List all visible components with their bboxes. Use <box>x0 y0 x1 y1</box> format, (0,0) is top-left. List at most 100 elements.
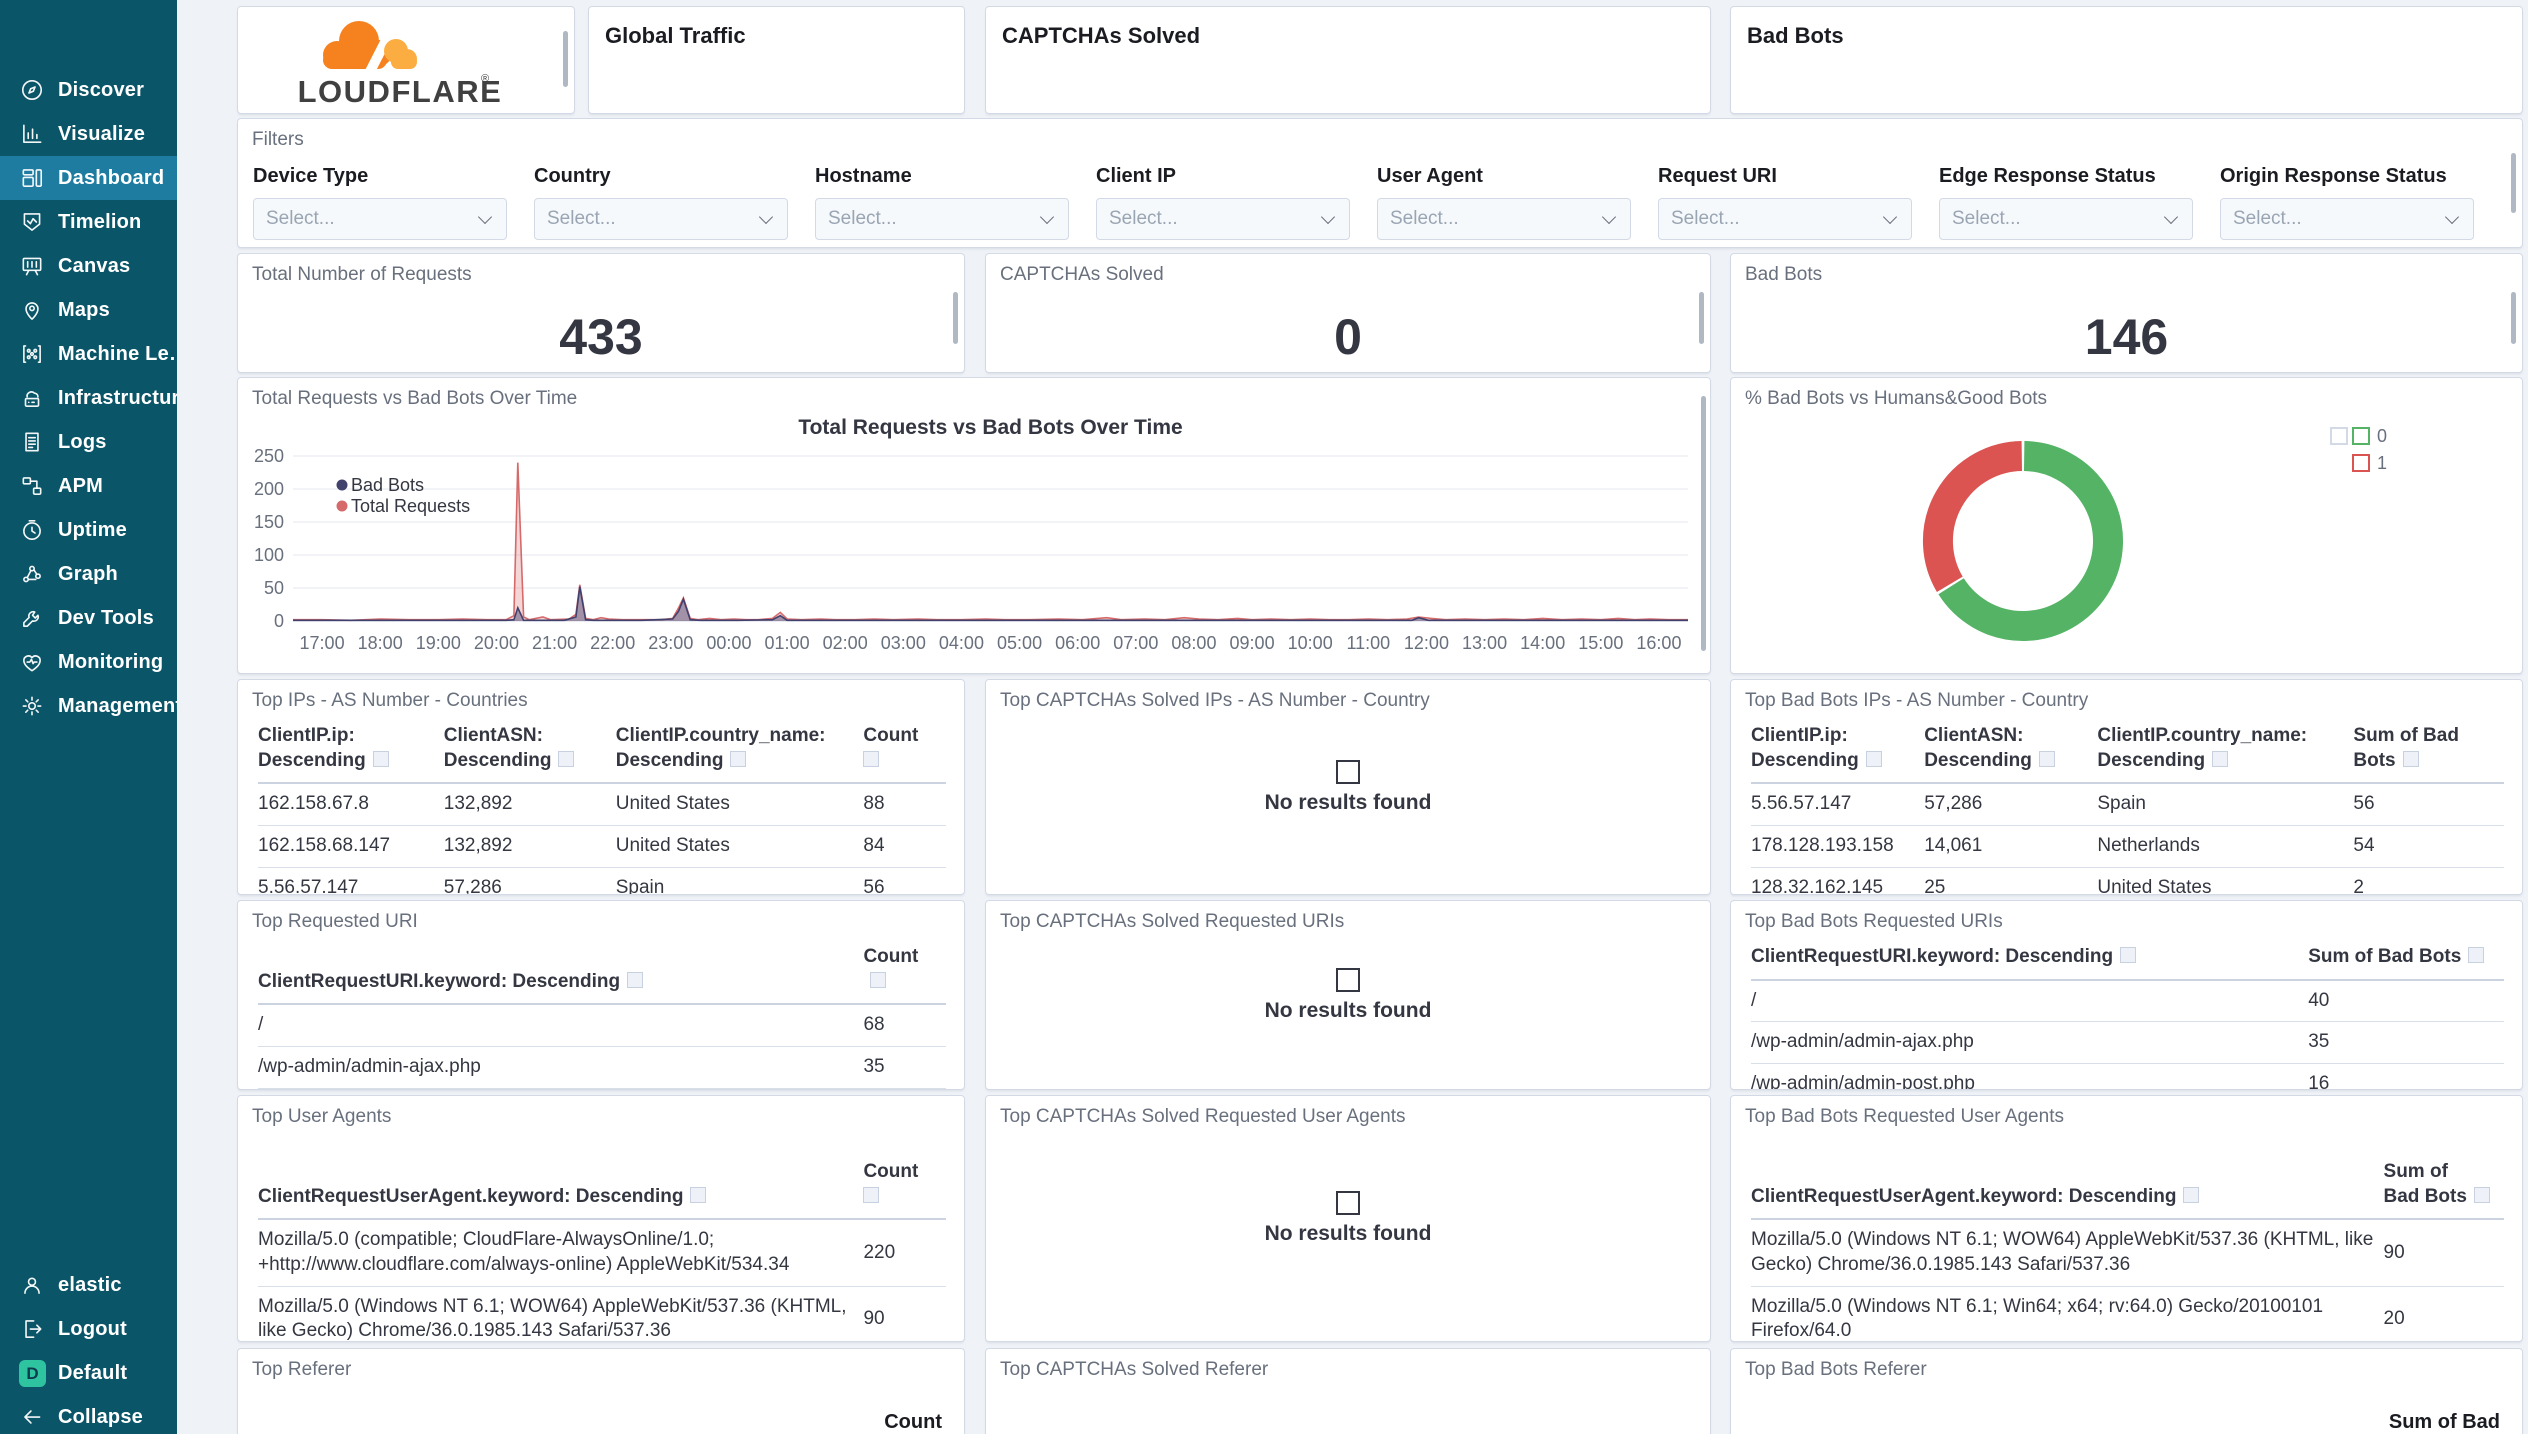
legend-item[interactable]: Bad Bots <box>336 475 425 495</box>
sidebar-item-logs[interactable]: Logs <box>0 420 177 464</box>
legend-item[interactable]: Total Requests <box>336 496 471 516</box>
column-header[interactable]: Count <box>863 720 946 785</box>
sidebar-item-visualize[interactable]: Visualize <box>0 112 177 156</box>
table-cell[interactable]: /wp-admin/admin-post.php <box>258 1088 864 1089</box>
header-sort-icon[interactable] <box>1865 750 1882 767</box>
header-sort-icon[interactable] <box>372 750 389 767</box>
table-cell[interactable]: 35 <box>2308 1021 2504 1065</box>
header-sort-icon[interactable] <box>2402 750 2419 767</box>
table-cell[interactable]: /wp-admin/admin-ajax.php <box>1751 1021 2309 1065</box>
scrollbar[interactable] <box>1699 292 1704 344</box>
column-header[interactable]: ClientRequestURI.keyword: Descending <box>1751 941 2309 981</box>
sidebar-item-monitoring[interactable]: Monitoring <box>0 640 177 684</box>
table-cell[interactable]: 57,286 <box>1924 783 2098 827</box>
table-cell[interactable]: / <box>1751 979 2309 1023</box>
column-header[interactable]: ClientASN: Descending <box>443 720 616 785</box>
sidebar-item-timelion[interactable]: Timelion <box>0 200 177 244</box>
table-cell[interactable]: 132,892 <box>443 783 616 827</box>
table-cell[interactable]: / <box>258 1004 864 1048</box>
table-cell[interactable]: Mozilla/5.0 (Windows NT 6.1; WOW64) Appl… <box>1751 1219 2384 1287</box>
scrollbar[interactable] <box>1701 396 1706 651</box>
legend-item[interactable]: 1 <box>2352 453 2387 473</box>
table-cell[interactable]: /wp-admin/admin-ajax.php <box>258 1046 864 1089</box>
table-cell[interactable]: 54 <box>2353 825 2504 868</box>
header-sort-icon[interactable] <box>2473 1186 2490 1203</box>
filter-select-edge-response-status[interactable]: Select... <box>1939 198 2193 240</box>
filter-select-request-uri[interactable]: Select... <box>1658 198 1912 240</box>
header-sort-icon[interactable] <box>863 750 880 767</box>
sidebar-item-dev-tools[interactable]: Dev Tools <box>0 596 177 640</box>
scrollbar[interactable] <box>2511 292 2516 344</box>
table-cell[interactable]: United States <box>615 783 864 827</box>
sidebar-item-dashboard[interactable]: Dashboard <box>0 156 177 200</box>
column-header[interactable]: ClientRequestURI.keyword: Descending <box>258 941 864 1006</box>
sidebar-item-uptime[interactable]: Uptime <box>0 508 177 552</box>
table-cell[interactable]: 90 <box>2383 1219 2504 1287</box>
column-header[interactable]: Count <box>863 941 946 1006</box>
sidebar-item-machine-le[interactable]: Machine Le… <box>0 332 177 376</box>
sidebar-item-logout[interactable]: Logout <box>0 1307 177 1351</box>
table-cell[interactable]: 56 <box>2353 783 2504 827</box>
column-header[interactable]: ClientIP.ip: Descending <box>258 720 444 785</box>
sidebar-item-discover[interactable]: Discover <box>0 68 177 112</box>
header-sort-icon[interactable] <box>2038 750 2055 767</box>
header-sort-icon[interactable] <box>2212 750 2229 767</box>
header-sort-icon[interactable] <box>627 971 644 988</box>
sidebar-item-management[interactable]: Management <box>0 684 177 728</box>
column-header[interactable]: Sum of Bad Bots <box>2383 1136 2504 1221</box>
scrollbar[interactable] <box>953 292 958 344</box>
filter-select-origin-response-status[interactable]: Select... <box>2220 198 2474 240</box>
filter-select-user-agent[interactable]: Select... <box>1377 198 1631 240</box>
scrollbar[interactable] <box>2511 153 2516 213</box>
table-cell[interactable]: 14,061 <box>1924 825 2098 868</box>
header-sort-icon[interactable] <box>863 1186 880 1203</box>
table-cell[interactable]: Mozilla/5.0 (Windows NT 6.1; Win64; x64;… <box>1751 1286 2384 1341</box>
table-cell[interactable]: /wp-admin/admin-post.php <box>1751 1063 2309 1089</box>
table-cell[interactable]: 5.56.57.147 <box>1751 783 1925 827</box>
table-cell[interactable]: 220 <box>863 1219 946 1287</box>
table-cell[interactable]: Mozilla/5.0 (compatible; CloudFlare-Alwa… <box>258 1219 864 1287</box>
table-cell[interactable]: 88 <box>863 783 946 827</box>
table-cell[interactable]: 57,286 <box>443 867 616 894</box>
sidebar-item-default[interactable]: D Default <box>0 1351 177 1395</box>
table-cell[interactable]: 20 <box>2383 1286 2504 1341</box>
table-cell[interactable]: 68 <box>863 1004 946 1048</box>
header-sort-icon[interactable] <box>730 750 747 767</box>
table-cell[interactable]: 2 <box>2353 867 2504 894</box>
filter-select-hostname[interactable]: Select... <box>815 198 1069 240</box>
table-cell[interactable]: 40 <box>2308 979 2504 1023</box>
column-header[interactable]: Sum of Bad Bots <box>2308 941 2504 981</box>
column-header[interactable]: ClientRequestUserAgent.keyword: Descendi… <box>1751 1136 2384 1221</box>
column-header[interactable]: ClientIP.country_name: Descending <box>615 720 864 785</box>
table-cell[interactable]: 162.158.68.147 <box>258 825 444 868</box>
column-header[interactable]: Count <box>863 1136 946 1221</box>
table-cell[interactable]: 16 <box>2308 1063 2504 1089</box>
table-cell[interactable]: 35 <box>863 1046 946 1089</box>
table-cell[interactable]: United States <box>615 825 864 868</box>
sidebar-item-maps[interactable]: Maps <box>0 288 177 332</box>
sidebar-item-graph[interactable]: Graph <box>0 552 177 596</box>
column-header[interactable]: ClientRequestUserAgent.keyword: Descendi… <box>258 1136 864 1221</box>
filter-select-device-type[interactable]: Select... <box>253 198 507 240</box>
table-cell[interactable]: 132,892 <box>443 825 616 868</box>
table-cell[interactable]: 16 <box>863 1088 946 1089</box>
filter-select-client-ip[interactable]: Select... <box>1096 198 1350 240</box>
filter-select-country[interactable]: Select... <box>534 198 788 240</box>
column-header[interactable]: ClientIP.ip: Descending <box>1751 720 1925 785</box>
table-cell[interactable]: Mozilla/5.0 (Windows NT 6.1; WOW64) Appl… <box>258 1286 864 1341</box>
table-cell[interactable]: 5.56.57.147 <box>258 867 444 894</box>
table-cell[interactable]: 90 <box>863 1286 946 1341</box>
table-cell[interactable]: United States <box>2097 867 2354 894</box>
table-cell[interactable]: 128.32.162.145 <box>1751 867 1925 894</box>
legend-extra-icon[interactable] <box>2330 427 2348 445</box>
header-sort-icon[interactable] <box>690 1186 707 1203</box>
header-sort-icon[interactable] <box>2183 1186 2200 1203</box>
header-sort-icon[interactable] <box>2120 947 2137 963</box>
sidebar-item-elastic[interactable]: elastic <box>0 1263 177 1307</box>
header-sort-icon[interactable] <box>558 750 575 767</box>
scrollbar[interactable] <box>563 31 568 87</box>
column-header[interactable]: Sum of Bad Bots <box>2353 720 2504 785</box>
table-cell[interactable]: Spain <box>615 867 864 894</box>
table-cell[interactable]: 84 <box>863 825 946 868</box>
table-cell[interactable]: 56 <box>863 867 946 894</box>
